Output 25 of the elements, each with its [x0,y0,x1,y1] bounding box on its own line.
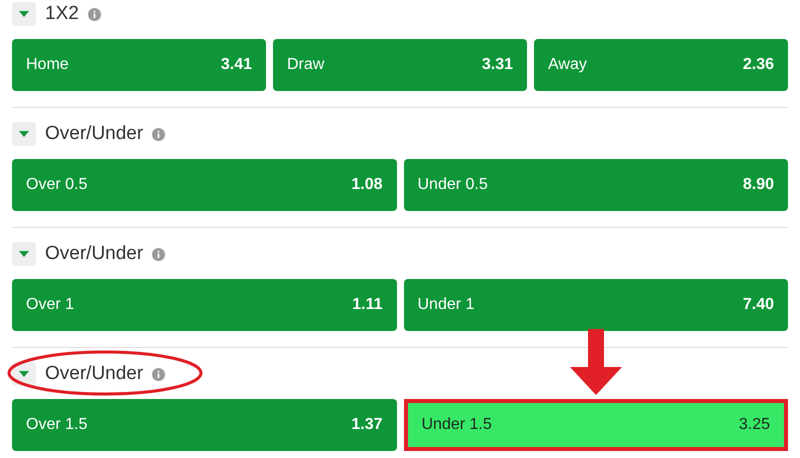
market-title: Over/Under [45,122,144,146]
market-title: 1X2 [45,2,79,26]
odds-button[interactable]: Draw 3.31 [273,39,527,91]
odds-button[interactable]: Under 1.5 3.25 [404,399,788,451]
info-icon [88,8,101,20]
collapse-toggle[interactable] [12,2,36,26]
market-title: Over/Under [45,362,144,386]
odds-button[interactable]: Away 2.36 [534,39,788,91]
odds-button[interactable]: Under 1 7.40 [404,279,788,331]
odds-button[interactable]: Over 1.5 1.37 [12,399,396,451]
odds-button[interactable]: Over 0.5 1.08 [12,159,396,211]
caret-icon [19,371,29,377]
collapse-toggle[interactable] [12,242,36,266]
odds-button[interactable]: Home 3.41 [12,39,266,91]
info-icon [152,128,166,140]
market-title: Over/Under [45,242,144,266]
info-icon [152,368,166,380]
odds-button[interactable]: Under 0.5 8.90 [404,159,788,211]
odds-button[interactable]: Over 1 1.11 [12,279,396,331]
arrow-icon [570,329,622,395]
collapse-toggle[interactable] [12,122,36,146]
info-icon [152,248,166,260]
caret-icon [19,11,29,17]
caret-icon [19,131,29,137]
caret-icon [19,251,29,257]
